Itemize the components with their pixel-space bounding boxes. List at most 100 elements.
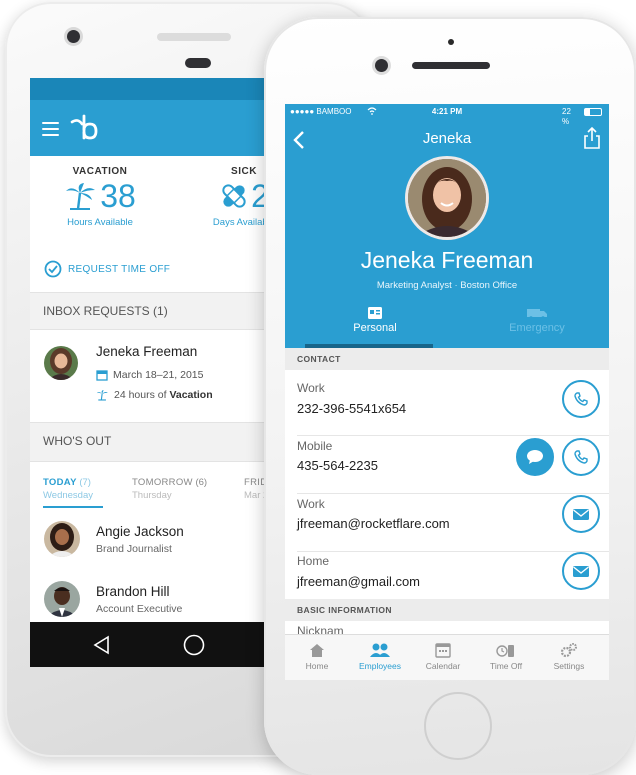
tab-today-count: (7) [79,477,91,488]
whos-out-tabs: TODAY (7) Wednesday TOMORROW (6) Thursda… [30,476,273,504]
android-screen: VACATION 38 Hours Available SICK 2 Days … [30,78,273,667]
tab-calendar[interactable]: Calendar [413,639,473,671]
tab-today[interactable]: TODAY (7) Wednesday [43,476,93,502]
hamburger-menu-icon[interactable] [42,122,59,136]
divider [297,551,609,552]
whos-out-label: WHO'S OUT [43,434,112,448]
profile-photo [405,156,489,240]
contact-label: Home [297,554,330,568]
contact-section-header: CONTACT [285,348,609,370]
tab-calendar-label: Calendar [425,661,461,671]
tab-settings-label: Settings [553,661,585,671]
tab-time-off-label: Time Off [489,661,523,671]
basic-info-section-header: BASIC INFORMATION [285,599,609,621]
office-location: Boston Office [460,280,518,291]
request-hours-type: Vacation [169,389,213,401]
tab-emergency-label: Emergency [509,322,565,334]
request-hours: 24 hours of Vacation [96,389,213,401]
tab-employees[interactable]: Employees [350,639,410,671]
tab-settings[interactable]: Settings [539,639,599,671]
tab-time-off[interactable]: Time Off [476,639,536,671]
back-triangle-icon[interactable] [92,635,112,655]
tab-emergency[interactable]: Emergency [467,306,607,334]
iphone: ●●●●● BAMBOO 4:21 PM 22 % Jeneka Jeneka … [264,17,636,775]
vacation-balance[interactable]: VACATION 38 Hours Available [50,166,150,228]
basic-info-section-label: BASIC INFORMATION [297,605,392,615]
tab-tomorrow-day: Thursday [132,490,172,501]
share-icon[interactable] [583,126,601,150]
tab-employees-label: Employees [358,661,402,671]
front-camera [67,30,80,43]
iphone-screen: ●●●●● BAMBOO 4:21 PM 22 % Jeneka Jeneka … [285,104,609,680]
status-bar: ●●●●● BAMBOO 4:21 PM 22 % [285,104,609,126]
request-hours-prefix: 24 hours of [114,389,170,401]
request-time-off-button[interactable]: REQUEST TIME OFF [44,260,170,278]
contact-label: Work [297,381,325,395]
divider [297,435,609,436]
sick-balance[interactable]: SICK 2 Days Available [194,166,273,228]
time-off-icon [496,645,514,657]
battery-icon [584,108,602,116]
bandage-icon [222,184,246,208]
front-camera [375,59,388,72]
time-off-balances: VACATION 38 Hours Available SICK 2 Days … [30,156,273,244]
nav-title: Jeneka [422,130,472,147]
request-dates: March 18–21, 2015 [96,369,203,381]
sick-title: SICK [231,166,257,177]
home-icon [310,644,324,657]
inbox-requests-header: INBOX REQUESTS (1) [30,292,273,330]
top-sensor [448,39,454,45]
earpiece-speaker [157,33,231,41]
clock-check-icon [44,260,62,278]
palm-tree-icon [96,390,108,401]
contact-value: jfreeman@gmail.com [297,574,421,589]
employee-subtitle: Marketing Analyst · Boston Office [376,280,518,291]
phone-icon [574,450,588,464]
email-button[interactable] [562,495,600,533]
tab-tomorrow[interactable]: TOMORROW (6) Thursday [132,476,207,502]
avatar [44,346,78,380]
whos-out-header: WHO'S OUT [30,422,273,462]
mail-icon [573,565,589,577]
requester-name: Jeneka Freeman [96,344,198,359]
job-title: Marketing Analyst [376,280,452,291]
status-bar [30,78,273,100]
phone-icon [574,392,588,406]
contact-section-label: CONTACT [297,354,341,364]
divider [297,493,609,494]
chat-icon [527,450,543,464]
people-icon [370,643,390,657]
inbox-requests-label: INBOX REQUESTS (1) [43,304,168,318]
tab-today-day: Wednesday [43,490,93,501]
call-button[interactable] [562,380,600,418]
home-button[interactable] [424,692,492,760]
tab-personal[interactable]: Personal [305,306,445,334]
ambulance-icon [527,309,547,320]
gear-icon [560,643,577,658]
home-circle-icon[interactable] [183,634,205,656]
vacation-hours-value: 38 [100,178,136,214]
clock-time: 4:21 PM [431,107,463,116]
tab-home[interactable]: Home [287,639,347,671]
proximity-sensor [185,58,211,68]
active-tab-indicator [43,506,103,508]
calendar-icon [96,370,108,381]
calendar-icon [435,643,451,658]
message-button[interactable] [516,438,554,476]
person-name[interactable]: Angie Jackson [96,524,184,539]
avatar [44,521,80,557]
tab-bar: Home Employees Calendar Time Off Setting… [285,634,609,680]
tab-today-label: TODAY [43,477,77,488]
person-name[interactable]: Brandon Hill [96,584,170,599]
vacation-title: VACATION [72,166,128,177]
earpiece-speaker [412,62,490,69]
battery-percent: 22 % [562,107,571,126]
tab-tomorrow-count: (6) [195,477,208,488]
request-time-off-label: REQUEST TIME OFF [68,263,171,275]
contact-value: 232-396-5541x654 [297,401,407,416]
call-button[interactable] [562,438,600,476]
tab-personal-label: Personal [353,322,397,334]
contact-value: jfreeman@rocketflare.com [297,516,450,531]
person-title: Account Executive [96,603,183,615]
email-button[interactable] [562,552,600,590]
